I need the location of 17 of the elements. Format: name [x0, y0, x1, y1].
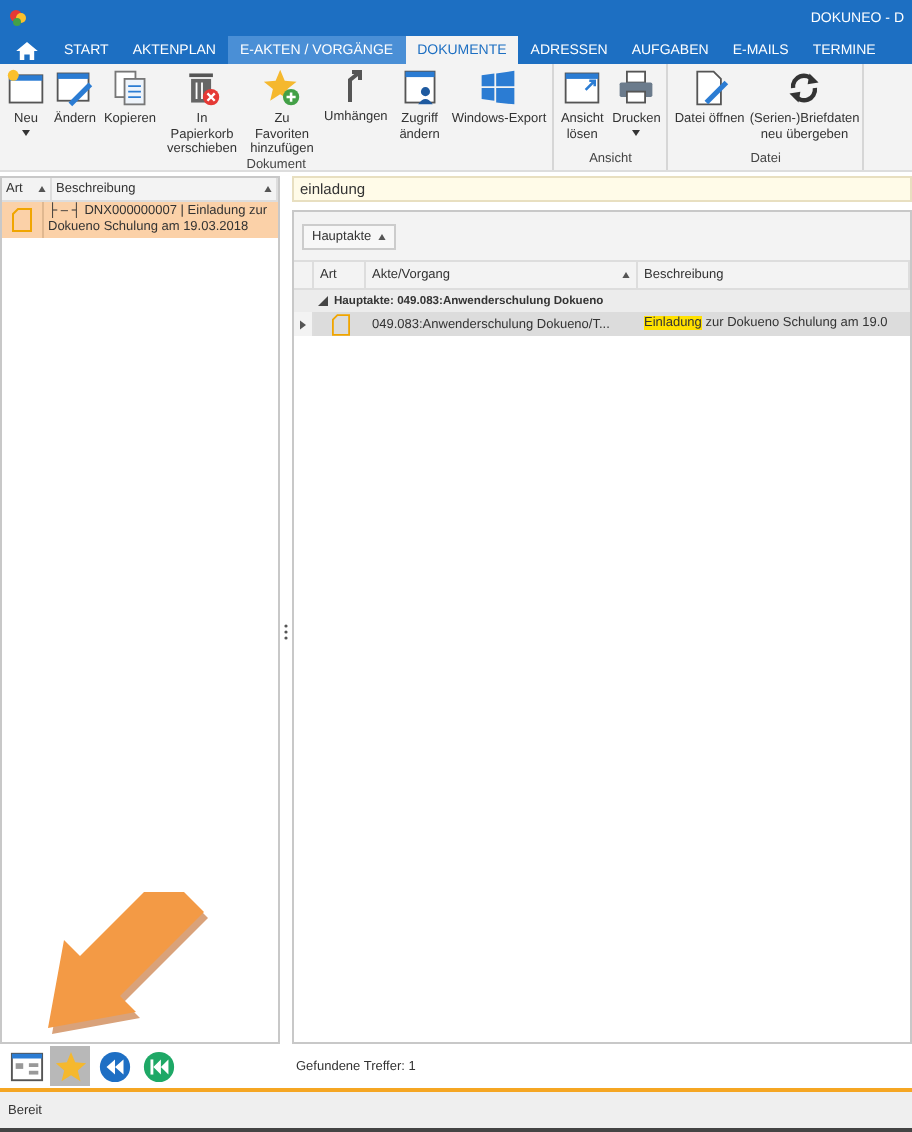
- caret-icon: [632, 129, 641, 135]
- windows-icon: [478, 68, 519, 108]
- home-icon: [15, 41, 37, 59]
- star-icon: [53, 1049, 87, 1083]
- app-logo-icon: [8, 8, 28, 28]
- skip-back-button[interactable]: [138, 1046, 178, 1086]
- skip-back-icon: [141, 1049, 175, 1083]
- rewind-button[interactable]: [94, 1046, 134, 1086]
- rewind-icon: [97, 1049, 131, 1083]
- document-icon: [331, 313, 349, 335]
- move-icon: [346, 68, 365, 106]
- refresh-icon: [784, 68, 825, 108]
- row-indicator-icon: [300, 319, 306, 329]
- document-icon: [12, 208, 32, 232]
- tree-view-icon: [9, 1049, 43, 1083]
- expanded-triangle-icon[interactable]: [318, 296, 328, 306]
- caret-icon: [22, 129, 30, 135]
